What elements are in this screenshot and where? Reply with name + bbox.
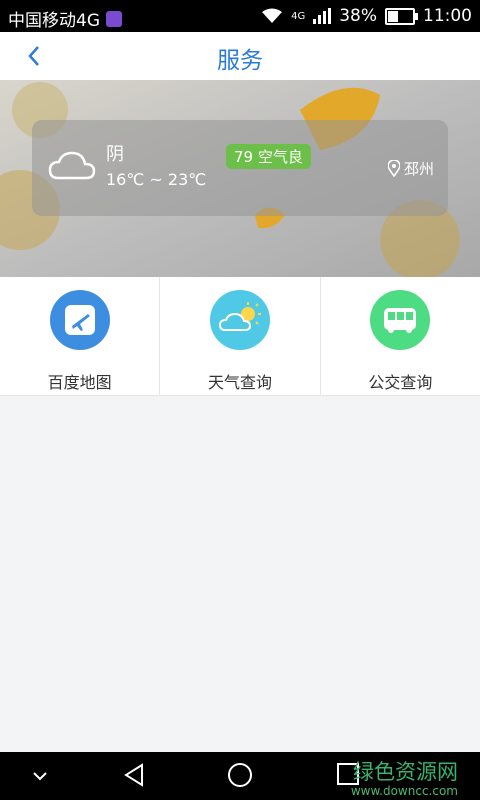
location-name: 邳州	[404, 160, 435, 178]
back-triangle-icon[interactable]	[122, 762, 146, 792]
cloud-icon	[48, 151, 96, 180]
service-bus[interactable]: 公交查询	[319, 277, 480, 395]
status-right: 4G 38% 11:00	[261, 6, 472, 26]
chevron-down-icon[interactable]	[30, 766, 50, 790]
carrier-text: 中国移动4G	[8, 11, 100, 31]
app-header: 服务	[0, 32, 480, 80]
service-baidu-map[interactable]: 百度地图	[0, 277, 159, 395]
sim-icon	[106, 10, 122, 27]
service-label: 百度地图	[47, 373, 112, 392]
location: 邳州	[388, 158, 434, 179]
temperature-range: 16℃ ~ 23℃	[106, 170, 207, 189]
battery-fill	[388, 10, 398, 22]
watermark-title: 绿色资源网	[353, 760, 458, 784]
network-type: 4G	[291, 10, 306, 22]
weather-banner: 阴 16℃ ~ 23℃ 79 空气良 邳州	[0, 80, 480, 277]
watermark-url: www.downcc.com	[350, 784, 458, 798]
status-left: 中国移动4G	[8, 6, 122, 31]
airplane-icon	[49, 290, 110, 350]
partly-sunny-icon	[209, 290, 270, 350]
service-weather[interactable]: 天气查询	[159, 277, 319, 395]
services-grid: 百度地图 天气查询 公交查询	[0, 277, 480, 396]
signal-icon	[313, 8, 332, 24]
service-label: 天气查询	[207, 373, 272, 392]
wifi-icon	[262, 8, 283, 23]
watermark: 绿色资源网 www.downcc.com	[351, 756, 458, 798]
status-bar: 中国移动4G 4G 38% 11:00	[0, 0, 480, 32]
home-circle-icon[interactable]	[227, 762, 253, 792]
page-title: 服务	[217, 48, 263, 74]
bus-icon	[370, 290, 431, 350]
battery-icon	[385, 7, 418, 25]
service-label: 公交查询	[368, 373, 433, 392]
location-pin-icon	[388, 160, 400, 177]
battery-percent: 38%	[339, 6, 377, 26]
weather-card[interactable]: 阴 16℃ ~ 23℃ 79 空气良 邳州	[32, 120, 448, 216]
aqi-badge: 79 空气良	[226, 144, 311, 169]
clock: 11:00	[423, 6, 472, 26]
weather-condition: 阴	[106, 144, 124, 165]
